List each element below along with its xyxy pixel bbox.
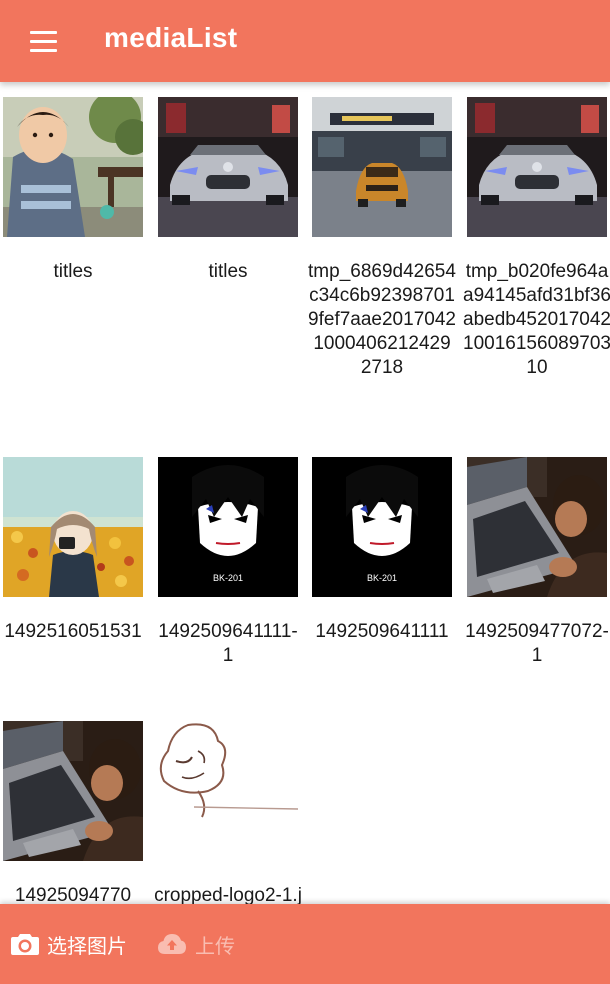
media-caption: titles [208,261,248,282]
media-thumbnail[interactable] [158,721,298,861]
camera-icon [11,934,39,955]
app-title: mediaList [104,22,238,53]
svg-text:BK-201: BK-201 [213,573,243,583]
upload-label: 上传 [195,935,235,958]
cloud-upload-icon [158,934,186,954]
media-thumbnail[interactable] [3,457,143,597]
upload-button[interactable]: 上传 [157,904,235,984]
media-caption: 1492516051531 [4,621,142,642]
media-thumbnail[interactable] [3,721,143,861]
media-thumbnail[interactable] [158,97,298,237]
media-caption: 1492509641111 [315,621,449,642]
bottom-action-bar: 选择图片 上传 [0,904,610,984]
svg-text:BK-201: BK-201 [367,573,397,583]
media-grid[interactable]: titles titles tmp_6869d42654c34c6b923987… [0,82,610,904]
pick-image-button[interactable]: 选择图片 [11,904,127,984]
media-caption: titles [53,261,93,282]
media-thumbnail[interactable]: BK-201 [312,457,452,597]
menu-icon[interactable] [22,21,66,61]
media-caption: 14925094770 [14,885,132,904]
media-thumbnail[interactable] [312,97,452,237]
media-caption: 1492509477072-1 [465,621,609,666]
media-caption: cropped-logo2-1.jpg [154,885,302,904]
media-thumbnail[interactable] [467,457,607,597]
media-thumbnail[interactable]: BK-201 [158,457,298,597]
media-thumbnail[interactable] [3,97,143,237]
app-bar: mediaList [0,0,610,82]
media-caption: tmp_6869d42654c34c6b923987019fef7aae2017… [308,261,456,378]
pick-image-label: 选择图片 [47,935,127,958]
media-caption: 1492509641111-1 [158,621,298,666]
media-caption: tmp_b020fe964aa94145afd31bf36abedb452017… [463,261,610,378]
media-thumbnail[interactable] [467,97,607,237]
